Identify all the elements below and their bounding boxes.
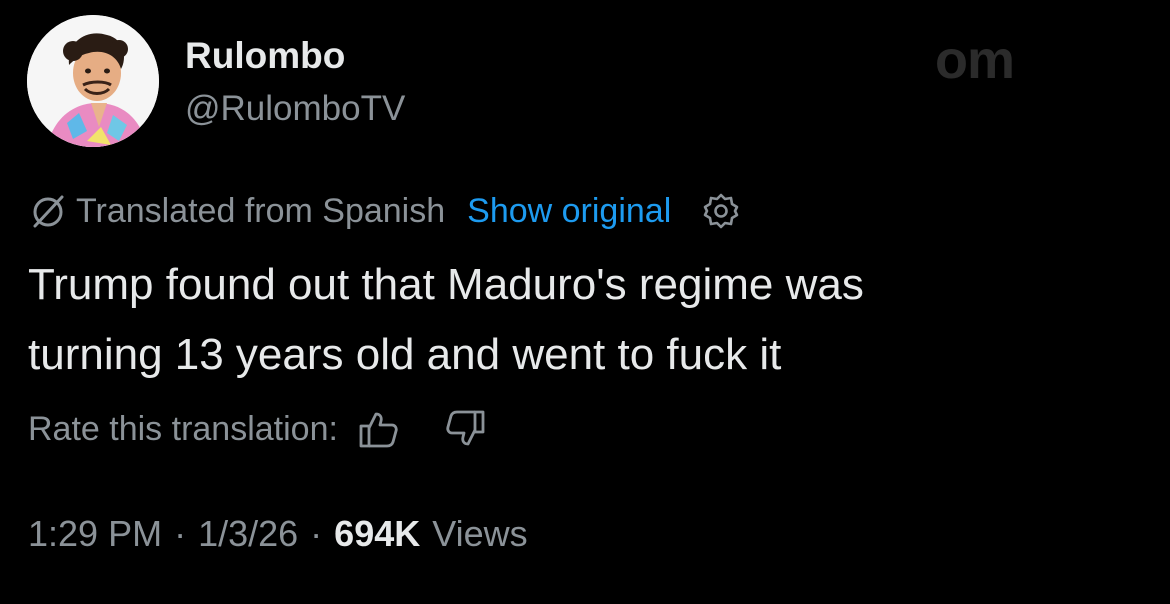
user-handle[interactable]: @RulomboTV — [185, 88, 405, 130]
separator: · — [310, 513, 323, 554]
views-count: 694K — [334, 513, 421, 554]
tweet-text: Trump found out that Maduro's regime was… — [28, 250, 1148, 390]
tweet-date[interactable]: 1/3/26 — [198, 513, 298, 555]
rate-translation-label: Rate this translation: — [28, 409, 338, 448]
thumbs-up-icon[interactable] — [356, 406, 402, 452]
avatar-image — [27, 15, 159, 147]
watermark: om — [935, 30, 1015, 90]
show-original-link[interactable]: Show original — [467, 192, 671, 231]
rate-translation-row: Rate this translation: — [28, 404, 488, 454]
avatar[interactable] — [27, 15, 159, 147]
gear-icon[interactable] — [699, 189, 743, 233]
tweet-line: turning 13 years old and went to fuck it — [28, 330, 782, 379]
globe-slash-icon — [33, 195, 64, 228]
views-label: Views — [432, 513, 528, 554]
tweet-line: Trump found out that Maduro's regime was — [28, 260, 864, 309]
translation-row: Translated from Spanish Show original — [28, 188, 743, 234]
tweet-meta: 1:29 PM · 1/3/26 · 694K Views — [28, 508, 528, 560]
translated-from-label: Translated from Spanish — [76, 191, 446, 230]
display-name[interactable]: Rulombo — [185, 34, 345, 78]
thumbs-down-icon[interactable] — [442, 406, 488, 452]
separator: · — [174, 513, 187, 554]
tweet-time[interactable]: 1:29 PM — [28, 513, 162, 555]
